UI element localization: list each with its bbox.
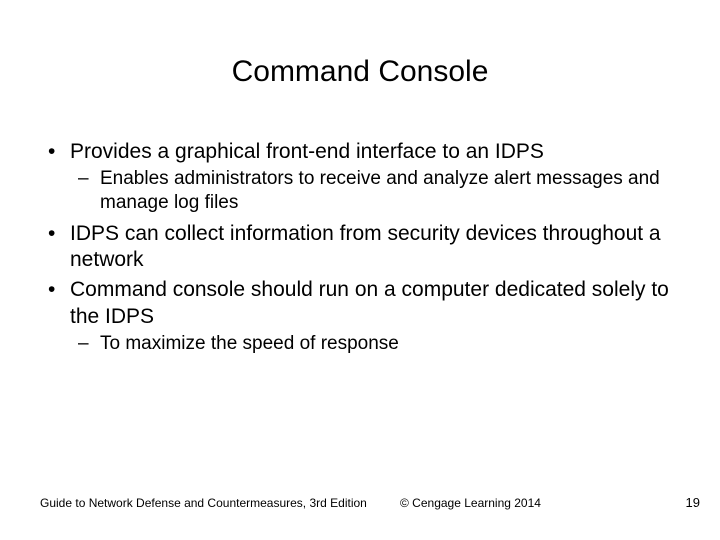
- sub-bullet-list: To maximize the speed of response: [70, 332, 680, 356]
- bullet-item: Command console should run on a computer…: [40, 277, 680, 355]
- sub-bullet-text: Enables administrators to receive and an…: [100, 168, 660, 213]
- slide-title: Command Console: [0, 0, 720, 109]
- slide-body: Provides a graphical front-end interface…: [0, 109, 720, 356]
- footer-source: Guide to Network Defense and Countermeas…: [40, 496, 367, 510]
- footer-copyright: © Cengage Learning 2014: [400, 496, 541, 510]
- slide: Command Console Provides a graphical fro…: [0, 0, 720, 540]
- bullet-item: Provides a graphical front-end interface…: [40, 139, 680, 215]
- bullet-list: Provides a graphical front-end interface…: [40, 139, 680, 356]
- page-number: 19: [686, 495, 700, 510]
- sub-bullet-item: Enables administrators to receive and an…: [70, 167, 680, 215]
- sub-bullet-list: Enables administrators to receive and an…: [70, 167, 680, 215]
- bullet-text: Command console should run on a computer…: [70, 278, 669, 327]
- sub-bullet-text: To maximize the speed of response: [100, 333, 399, 354]
- bullet-item: IDPS can collect information from securi…: [40, 221, 680, 274]
- bullet-text: IDPS can collect information from securi…: [70, 222, 661, 271]
- sub-bullet-item: To maximize the speed of response: [70, 332, 680, 356]
- bullet-text: Provides a graphical front-end interface…: [70, 140, 544, 163]
